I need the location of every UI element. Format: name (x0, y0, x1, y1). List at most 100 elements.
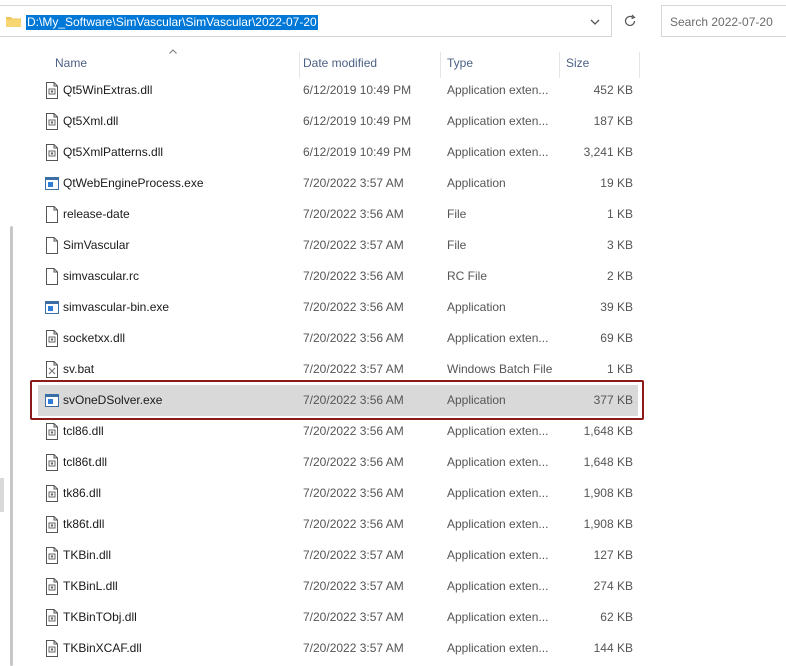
file-name: simvascular.rc (63, 269, 140, 283)
column-divider[interactable] (639, 52, 640, 78)
file-name: tcl86.dll (63, 424, 104, 438)
file-date: 7/20/2022 3:56 AM (303, 424, 404, 438)
file-size: 69 KB (600, 331, 633, 345)
file-row[interactable]: QtWebEngineProcess.exe 7/20/2022 3:57 AM… (38, 168, 638, 199)
file-type: Application exten... (447, 610, 549, 624)
file-size: 144 KB (593, 641, 633, 655)
file-date: 7/20/2022 3:56 AM (303, 517, 404, 531)
file-size: 62 KB (600, 610, 633, 624)
file-type: Application exten... (447, 486, 549, 500)
file-type: Application exten... (447, 114, 549, 128)
file-size: 187 KB (593, 114, 633, 128)
file-size: 1 KB (606, 207, 633, 221)
file-name: Qt5XmlPatterns.dll (63, 145, 164, 159)
file-date: 7/20/2022 3:57 AM (303, 579, 404, 593)
file-date: 7/20/2022 3:57 AM (303, 176, 404, 190)
file-size: 3 KB (606, 238, 633, 252)
file-row[interactable]: simvascular-bin.exe 7/20/2022 3:56 AM Ap… (38, 292, 638, 323)
file-name: TKBinXCAF.dll (63, 641, 142, 655)
file-icon (44, 237, 60, 254)
file-date: 7/20/2022 3:57 AM (303, 610, 404, 624)
file-icon (44, 206, 60, 223)
file-date: 7/20/2022 3:56 AM (303, 455, 404, 469)
nav-scrollbar[interactable] (10, 226, 13, 666)
file-name: tk86t.dll (63, 517, 105, 531)
file-type: File (447, 238, 467, 252)
file-size: 127 KB (593, 548, 633, 562)
file-row[interactable]: tcl86.dll 7/20/2022 3:56 AM Application … (38, 416, 638, 447)
exe-icon (44, 299, 60, 316)
file-name: simvascular-bin.exe (63, 300, 170, 314)
column-size[interactable]: Size (566, 48, 589, 78)
column-type[interactable]: Type (447, 48, 473, 78)
file-row[interactable]: tcl86t.dll 7/20/2022 3:56 AM Application… (38, 447, 638, 478)
dll-icon (44, 454, 60, 471)
file-type: Application exten... (447, 424, 549, 438)
file-size: 1,908 KB (583, 517, 633, 531)
dll-icon (44, 113, 60, 130)
file-type: Application exten... (447, 641, 549, 655)
file-row[interactable]: tk86.dll 7/20/2022 3:56 AM Application e… (38, 478, 638, 509)
file-name: tcl86t.dll (63, 455, 108, 469)
file-row[interactable]: Qt5Xml.dll 6/12/2019 10:49 PM Applicatio… (38, 106, 638, 137)
file-date: 7/20/2022 3:57 AM (303, 641, 404, 655)
file-size: 1,648 KB (583, 424, 633, 438)
dll-icon (44, 423, 60, 440)
dll-icon (44, 330, 60, 347)
file-row[interactable]: TKBinL.dll 7/20/2022 3:57 AM Application… (38, 571, 638, 602)
file-row[interactable]: Qt5XmlPatterns.dll 6/12/2019 10:49 PM Ap… (38, 137, 638, 168)
dll-icon (44, 640, 60, 657)
file-row[interactable]: socketxx.dll 7/20/2022 3:56 AM Applicati… (38, 323, 638, 354)
file-type: File (447, 207, 467, 221)
file-name: Qt5WinExtras.dll (63, 83, 153, 97)
file-row[interactable]: release-date 7/20/2022 3:56 AM File 1 KB (38, 199, 638, 230)
file-date: 7/20/2022 3:57 AM (303, 238, 404, 252)
navigation-pane (0, 46, 16, 666)
refresh-button[interactable] (614, 5, 646, 37)
file-type: Application (447, 300, 506, 314)
file-type: Application exten... (447, 83, 549, 97)
file-size: 274 KB (593, 579, 633, 593)
file-date: 6/12/2019 10:49 PM (303, 145, 412, 159)
sort-ascending-icon (169, 49, 177, 54)
address-path[interactable]: D:\My_Software\SimVascular\SimVascular\2… (26, 15, 318, 30)
dll-icon (44, 82, 60, 99)
exe-icon (44, 175, 60, 192)
dll-icon (44, 485, 60, 502)
folder-icon (6, 17, 21, 27)
column-date[interactable]: Date modified (303, 48, 377, 78)
file-name: socketxx.dll (63, 331, 126, 345)
file-row[interactable]: Qt5WinExtras.dll 6/12/2019 10:49 PM Appl… (38, 75, 638, 106)
file-type: Application exten... (447, 517, 549, 531)
file-row[interactable]: tk86t.dll 7/20/2022 3:56 AM Application … (38, 509, 638, 540)
file-date: 7/20/2022 3:56 AM (303, 486, 404, 500)
file-name: release-date (63, 207, 130, 221)
file-row[interactable]: simvascular.rc 7/20/2022 3:56 AM RC File… (38, 261, 638, 292)
file-type: Application exten... (447, 331, 549, 345)
dll-icon (44, 144, 60, 161)
search-box[interactable]: Search 2022-07-20 (661, 5, 786, 37)
file-name: TKBin.dll (63, 548, 112, 562)
highlight-box (30, 380, 644, 420)
file-row[interactable]: SimVascular 7/20/2022 3:57 AM File 3 KB (38, 230, 638, 261)
file-type: Application (447, 176, 506, 190)
file-size: 2 KB (606, 269, 633, 283)
file-type: RC File (447, 269, 488, 283)
file-row[interactable]: TKBinTObj.dll 7/20/2022 3:57 AM Applicat… (38, 602, 638, 633)
file-row[interactable]: TKBin.dll 7/20/2022 3:57 AM Application … (38, 540, 638, 571)
file-name: tk86.dll (63, 486, 102, 500)
refresh-icon (624, 14, 636, 27)
nav-selected-item[interactable] (0, 478, 4, 512)
file-type: Application exten... (447, 579, 549, 593)
file-name: TKBinL.dll (63, 579, 118, 593)
column-name[interactable]: Name (55, 48, 87, 78)
address-bar[interactable]: D:\My_Software\SimVascular\SimVascular\2… (0, 5, 612, 37)
file-row[interactable]: TKBinXCAF.dll 7/20/2022 3:57 AM Applicat… (38, 633, 638, 664)
dll-icon (44, 547, 60, 564)
file-type: Application exten... (447, 145, 549, 159)
chevron-down-icon[interactable] (589, 16, 601, 28)
file-size: 1,648 KB (583, 455, 633, 469)
file-name: Qt5Xml.dll (63, 114, 119, 128)
file-size: 452 KB (593, 83, 633, 97)
bat-icon (44, 361, 60, 378)
